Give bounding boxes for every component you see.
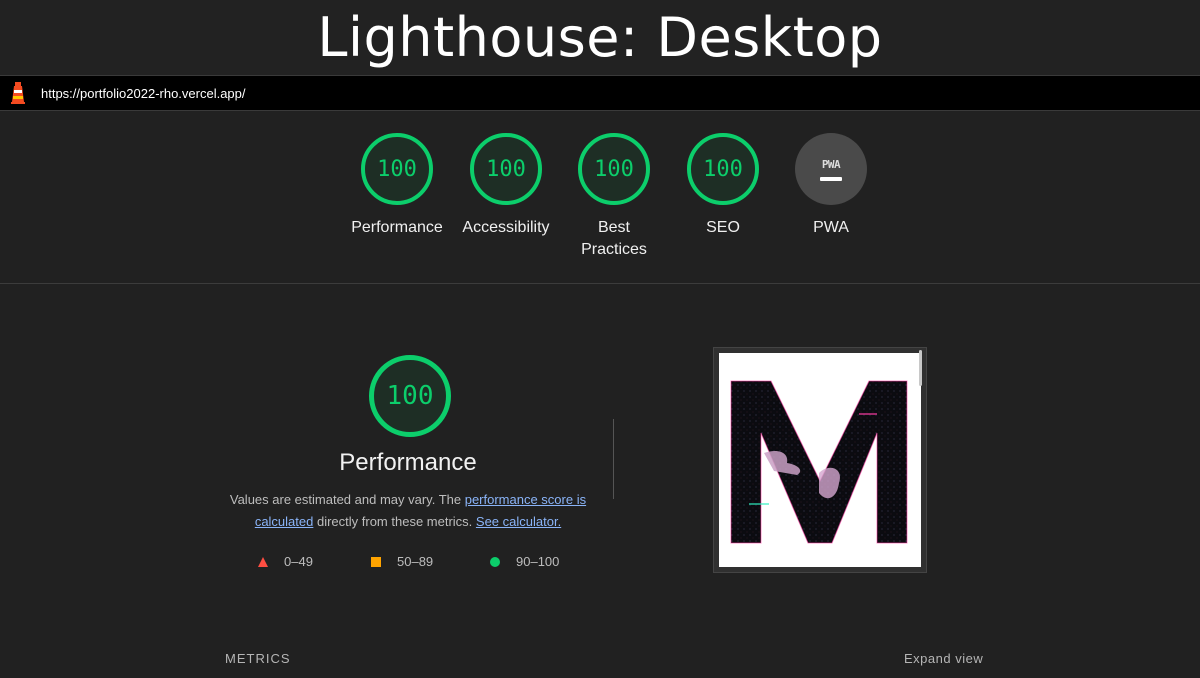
gauge-performance[interactable]: 100 Performance xyxy=(347,133,447,239)
triangle-icon xyxy=(258,556,268,567)
legend-average: 50–89 xyxy=(371,554,433,569)
circle-icon xyxy=(490,556,500,567)
score-ring: 100 xyxy=(361,133,433,205)
score-ring: 100 xyxy=(470,133,542,205)
gauge-seo[interactable]: 100 SEO xyxy=(673,133,773,239)
category-gauges: 100 Performance 100 Accessibility 100 Be… xyxy=(0,111,1200,284)
pwa-badge: PWA xyxy=(795,133,867,205)
desc-text: Values are estimated and may vary. The xyxy=(229,492,465,507)
metrics-heading: METRICS xyxy=(225,651,291,666)
expand-view-button[interactable]: Expand view xyxy=(904,651,983,666)
final-screenshot[interactable] xyxy=(713,347,927,573)
legend-label: 0–49 xyxy=(284,554,313,569)
logo-m-image xyxy=(730,380,908,544)
gauge-label: Best Practices xyxy=(581,219,647,258)
legend-fail: 0–49 xyxy=(258,554,313,569)
url-bar: https://portfolio2022-rho.vercel.app/ xyxy=(0,75,1200,111)
legend-label: 50–89 xyxy=(397,554,434,569)
gauge-accessibility[interactable]: 100 Accessibility xyxy=(456,133,556,239)
score-ring: 100 xyxy=(687,133,759,205)
legend-label: 90–100 xyxy=(516,554,560,569)
title-bar: Lighthouse: Desktop xyxy=(0,0,1200,75)
square-icon xyxy=(371,556,381,567)
gauge-label: Performance xyxy=(351,219,443,236)
legend-pass: 90–100 xyxy=(490,554,559,569)
desc-text: directly from these metrics. xyxy=(313,514,476,529)
gauge-label: Accessibility xyxy=(462,219,550,236)
divider xyxy=(613,419,614,499)
page-title: Lighthouse: Desktop xyxy=(317,6,883,69)
report-url[interactable]: https://portfolio2022-rho.vercel.app/ xyxy=(41,86,246,101)
dash-icon xyxy=(820,176,842,181)
gauge-label: SEO xyxy=(706,219,740,236)
screenshot-image xyxy=(719,353,921,567)
gauge-label: PWA xyxy=(813,219,849,236)
performance-description: Values are estimated and may vary. The p… xyxy=(218,489,598,533)
pwa-icon: PWA xyxy=(821,157,841,171)
see-calculator-link[interactable]: See calculator. xyxy=(476,514,561,529)
performance-section: 100 Performance Values are estimated and… xyxy=(0,285,1200,678)
lighthouse-icon xyxy=(11,82,25,104)
score-ring: 100 xyxy=(578,133,650,205)
performance-title: Performance xyxy=(339,449,477,476)
performance-score-ring: 100 xyxy=(369,355,451,437)
scrollbar[interactable] xyxy=(919,350,922,386)
gauge-best-practices[interactable]: 100 Best Practices xyxy=(564,133,664,261)
gauge-pwa[interactable]: PWA PWA xyxy=(781,133,881,239)
